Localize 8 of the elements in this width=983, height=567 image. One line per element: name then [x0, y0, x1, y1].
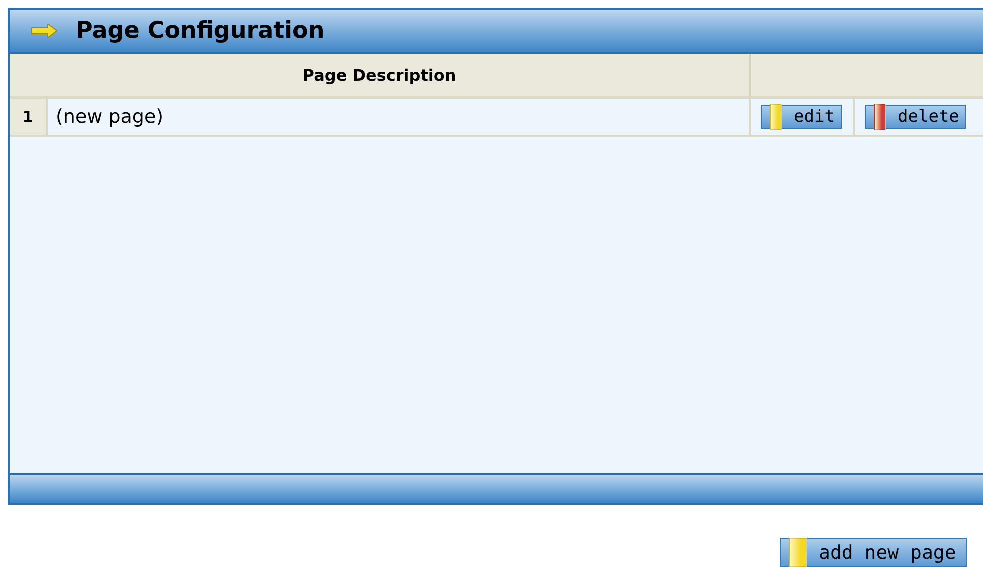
add-page-button[interactable]: add new page: [780, 538, 968, 567]
delete-button[interactable]: delete: [865, 105, 966, 129]
edit-button[interactable]: edit: [761, 105, 842, 129]
table-cell: (new page): [48, 99, 751, 135]
column-header: Page Description: [10, 54, 751, 96]
panel-title: Page Configuration: [76, 18, 325, 44]
row-number: 1: [10, 99, 48, 135]
arrow-icon: [30, 24, 58, 38]
